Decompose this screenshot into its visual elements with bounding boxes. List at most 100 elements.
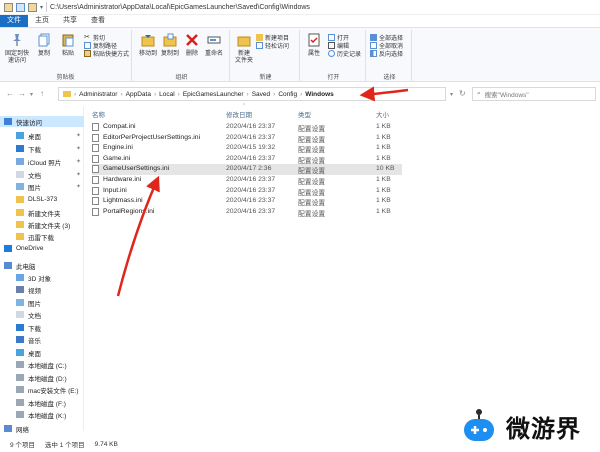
paste-button[interactable]: 粘贴 bbox=[56, 33, 80, 58]
copy-to-button[interactable]: 复制到 bbox=[158, 33, 182, 58]
forward-arrow-icon[interactable]: → bbox=[18, 89, 26, 98]
column-date[interactable]: 修改日期 bbox=[226, 109, 252, 119]
tab-share[interactable]: 共享 bbox=[56, 15, 84, 27]
file-date: 2020/4/16 23:37 bbox=[226, 197, 276, 205]
copy-button[interactable]: 复制 bbox=[32, 33, 56, 58]
sidebar-item[interactable]: 本地磁盘 (C:) bbox=[0, 359, 84, 370]
breadcrumb-config[interactable]: Config bbox=[278, 91, 297, 98]
sidebar-item[interactable]: 下载 ✦ bbox=[0, 143, 84, 154]
file-row[interactable]: Engine.ini 2020/4/15 19:32 配置设置 1 KB bbox=[92, 143, 402, 154]
file-row[interactable]: Lightmass.ini 2020/4/16 23:37 配置设置 1 KB bbox=[92, 196, 402, 207]
chevron-right-icon[interactable]: › bbox=[300, 91, 302, 98]
sidebar-item[interactable]: 此电脑 bbox=[0, 260, 84, 271]
ini-file-icon bbox=[92, 133, 99, 142]
breadcrumb-local[interactable]: Local bbox=[159, 91, 175, 98]
sidebar-item[interactable]: DLSL-373 bbox=[0, 194, 84, 205]
paste-shortcut-button[interactable]: 粘贴快捷方式 bbox=[84, 49, 129, 58]
tab-view[interactable]: 查看 bbox=[84, 15, 112, 27]
sidebar-item[interactable]: 下载 bbox=[0, 322, 84, 333]
tab-home[interactable]: 主页 bbox=[28, 15, 56, 27]
sidebar-item[interactable]: mac安装文件 (E:) bbox=[0, 384, 84, 395]
sidebar-item[interactable]: 快速访问 bbox=[0, 116, 84, 127]
chevron-right-icon[interactable]: › bbox=[273, 91, 275, 98]
sidebar-item[interactable]: 桌面 bbox=[0, 347, 84, 358]
file-row[interactable]: EditorPerProjectUserSettings.ini 2020/4/1… bbox=[92, 133, 402, 144]
properties-button[interactable]: 属性 bbox=[302, 33, 326, 58]
sidebar-item[interactable]: 本地磁盘 (D:) bbox=[0, 372, 84, 383]
icloud-icon bbox=[16, 158, 24, 165]
move-to-button[interactable]: 移动到 bbox=[136, 33, 160, 58]
properties-icon[interactable] bbox=[16, 2, 25, 12]
file-row[interactable]: PortalRegions.ini 2020/4/16 23:37 配置设置 1 KB bbox=[92, 207, 402, 218]
sidebar-item[interactable]: 图片 ✦ bbox=[0, 181, 84, 192]
sidebar-item[interactable]: 视频 bbox=[0, 284, 84, 295]
history-icon bbox=[328, 50, 335, 57]
sidebar-item-label: 下载 bbox=[28, 325, 41, 333]
sidebar-item-label: 音乐 bbox=[28, 337, 41, 345]
sidebar-item[interactable]: 音乐 bbox=[0, 334, 84, 345]
file-name: EditorPerProjectUserSettings.ini bbox=[103, 133, 201, 141]
breadcrumb-epicgameslauncher[interactable]: EpicGamesLauncher bbox=[183, 91, 244, 98]
chevron-right-icon[interactable]: › bbox=[120, 91, 122, 98]
history-button[interactable]: 历史记录 bbox=[328, 49, 361, 58]
column-name[interactable]: 名称 bbox=[92, 109, 105, 119]
file-row[interactable]: Input.ini 2020/4/16 23:37 配置设置 1 KB bbox=[92, 186, 402, 197]
invert-selection-button[interactable]: 反向选择 bbox=[370, 49, 403, 58]
address-bar[interactable]: › Administrator › AppData › Local › Epic… bbox=[58, 87, 446, 101]
file-row[interactable]: Game.ini 2020/4/16 23:37 配置设置 1 KB bbox=[92, 154, 402, 165]
column-type[interactable]: 类型 bbox=[298, 109, 311, 119]
sidebar-item[interactable]: 桌面 ✦ bbox=[0, 130, 84, 141]
recent-locations-icon[interactable]: ▾ bbox=[30, 91, 33, 98]
pin-quick-access-button[interactable]: 固定到快速访问 bbox=[4, 33, 30, 65]
back-arrow-icon[interactable]: ← bbox=[6, 89, 14, 98]
column-size[interactable]: 大小 bbox=[376, 109, 389, 119]
sidebar-item-label: iCloud 照片 bbox=[28, 159, 62, 167]
file-type: 配置设置 bbox=[298, 210, 326, 218]
address-dropdown-icon[interactable]: ▾ bbox=[450, 91, 453, 98]
delete-button[interactable]: 删除 bbox=[180, 33, 204, 58]
folder-icon bbox=[16, 209, 24, 216]
breadcrumb-saved[interactable]: Saved bbox=[252, 91, 270, 98]
file-row[interactable]: GameUserSettings.ini 2020/4/17 2:36 配置设置 10… bbox=[92, 164, 402, 175]
sidebar-item[interactable]: 文档 ✦ bbox=[0, 169, 84, 180]
sidebar-item[interactable]: 3D 对象 bbox=[0, 272, 84, 283]
rename-button[interactable]: 重命名 bbox=[202, 33, 226, 58]
sidebar-item[interactable]: 本地磁盘 (K:) bbox=[0, 409, 84, 420]
new-item-icon bbox=[256, 34, 263, 41]
chevron-right-icon[interactable]: › bbox=[247, 91, 249, 98]
file-type: 配置设置 bbox=[298, 126, 326, 133]
pin-icon bbox=[13, 34, 21, 46]
sidebar-item[interactable]: 图片 bbox=[0, 297, 84, 308]
new-folder-icon[interactable] bbox=[28, 2, 37, 12]
sidebar-item[interactable]: 本地磁盘 (F:) bbox=[0, 397, 84, 408]
sidebar-item[interactable]: OneDrive bbox=[0, 243, 84, 254]
up-arrow-icon[interactable]: ↑ bbox=[40, 89, 44, 98]
new-folder-button[interactable]: 新建 文件夹 bbox=[232, 33, 256, 65]
document-icon bbox=[16, 311, 24, 318]
properties-icon bbox=[308, 33, 320, 47]
breadcrumb-appdata[interactable]: AppData bbox=[126, 91, 151, 98]
sidebar-item-label: 本地磁盘 (K:) bbox=[28, 412, 67, 420]
tab-file[interactable]: 文件 bbox=[0, 15, 28, 27]
sidebar-item[interactable]: 新建文件夹 (3) bbox=[0, 219, 84, 230]
file-type: 配置设置 bbox=[298, 189, 326, 197]
sidebar-item[interactable]: 新建文件夹 bbox=[0, 207, 84, 218]
refresh-icon[interactable]: ↻ bbox=[459, 89, 466, 98]
sidebar-item[interactable]: 网络 bbox=[0, 423, 84, 434]
breadcrumb-administrator[interactable]: Administrator bbox=[79, 91, 117, 98]
file-row[interactable]: Hardware.ini 2020/4/16 23:37 配置设置 1 KB bbox=[92, 175, 402, 186]
sidebar-item[interactable]: 文档 bbox=[0, 309, 84, 320]
sidebar-item[interactable]: iCloud 照片 ✦ bbox=[0, 156, 84, 167]
breadcrumb-windows[interactable]: Windows bbox=[305, 91, 333, 98]
sidebar-item-label: 图片 bbox=[28, 300, 41, 308]
file-row[interactable]: Compat.ini 2020/4/16 23:37 配置设置 1 KB bbox=[92, 122, 402, 133]
chevron-right-icon[interactable]: › bbox=[154, 91, 156, 98]
file-date: 2020/4/16 23:37 bbox=[226, 154, 276, 162]
ribbon: 固定到快速访问 复制 粘贴 ✂ 剪切 复制路径 粘贴快捷方式 剪贴板 移动到 复制… bbox=[0, 27, 600, 82]
easy-access-button[interactable]: 轻松访问 bbox=[256, 41, 289, 50]
search-box[interactable]: ⌕ 搜索"Windows" bbox=[472, 87, 596, 101]
scissors-icon: ✂ bbox=[84, 34, 90, 41]
chevron-right-icon[interactable]: › bbox=[178, 91, 180, 98]
sidebar-item[interactable]: 迅雷下载 bbox=[0, 231, 84, 242]
dropdown-icon[interactable]: ▾ bbox=[40, 4, 43, 11]
